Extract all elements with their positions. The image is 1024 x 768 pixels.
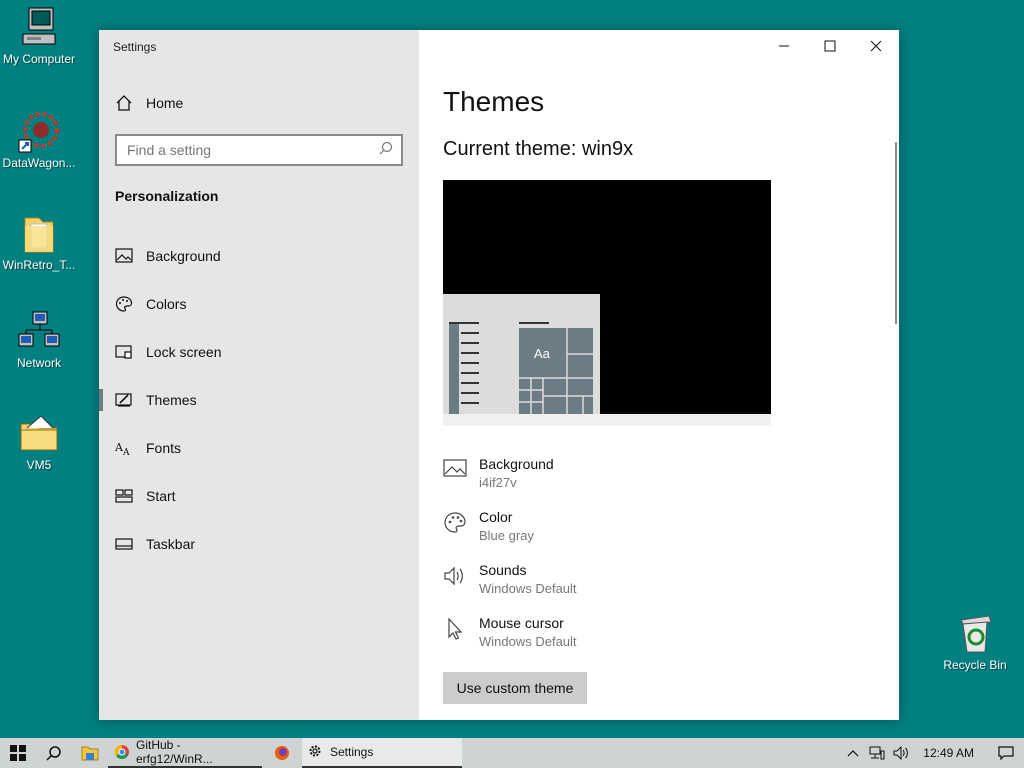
theme-preview: Aa <box>443 180 771 426</box>
themes-icon <box>115 391 133 409</box>
palette-icon <box>443 511 467 535</box>
desktop-icon-my-computer[interactable]: My Computer <box>0 6 78 66</box>
page-title: Themes <box>443 86 545 117</box>
property-name: Mouse cursor <box>479 615 564 631</box>
property-value: i4if27v <box>479 475 517 490</box>
theme-property-mouse-cursor[interactable]: Mouse cursor Windows Default <box>443 615 577 649</box>
property-value: Windows Default <box>479 634 577 649</box>
sidebar-item-background[interactable]: Background <box>99 232 419 280</box>
sidebar-item-themes[interactable]: Themes <box>99 376 419 424</box>
taskbar-task-settings[interactable]: Settings <box>302 738 462 768</box>
property-value: Blue gray <box>479 528 534 543</box>
nav-home[interactable]: Home <box>115 94 183 112</box>
network-tray-icon[interactable] <box>865 746 889 760</box>
theme-property-sounds[interactable]: Sounds Windows Default <box>443 562 577 596</box>
file-explorer-button[interactable] <box>72 738 108 768</box>
property-value: Windows Default <box>479 581 577 596</box>
palette-icon <box>115 295 133 313</box>
chrome-icon <box>114 744 130 760</box>
start-button[interactable] <box>0 738 36 768</box>
search-icon <box>46 746 61 761</box>
settings-content: Themes Current theme: win9x Aa Backgroun… <box>419 30 899 720</box>
start-icon <box>115 487 133 505</box>
search-input[interactable] <box>127 142 379 158</box>
background-icon <box>115 247 133 265</box>
desktop-icon-label: My Computer <box>2 52 76 66</box>
desktop-icon-datawagon[interactable]: DataWagon... <box>0 110 78 170</box>
windows-logo-icon <box>10 745 26 761</box>
theme-property-background[interactable]: Background i4if27v <box>443 456 554 490</box>
desktop-icon-vm5[interactable]: VM5 <box>0 412 78 472</box>
cursor-icon <box>443 617 467 641</box>
preview-start-menu: Aa <box>449 322 593 414</box>
firefox-icon <box>275 746 289 760</box>
desktop-icon-label: Recycle Bin <box>943 658 1007 672</box>
property-name: Background <box>479 456 554 472</box>
sidebar-item-label: Lock screen <box>146 344 222 360</box>
preview-window: Aa <box>443 294 600 414</box>
folder-icon <box>17 412 61 456</box>
picture-icon <box>443 458 467 482</box>
network-icon <box>17 310 61 354</box>
search-icon[interactable] <box>379 141 393 160</box>
system-tray: 12:49 AM <box>841 738 1024 768</box>
use-custom-theme-button[interactable]: Use custom theme <box>443 672 587 704</box>
sidebar-item-taskbar[interactable]: Taskbar <box>99 520 419 568</box>
preview-sample-text: Aa <box>534 346 551 361</box>
computer-icon <box>17 6 61 50</box>
section-title: Personalization <box>115 188 219 204</box>
sidebar-item-label: Fonts <box>146 440 182 456</box>
desktop-icon-network[interactable]: Network <box>0 310 78 370</box>
notification-icon[interactable] <box>988 746 1024 760</box>
file-explorer-icon <box>81 746 99 761</box>
taskbar-icon <box>115 535 133 553</box>
sidebar-item-fonts[interactable]: AA Fonts <box>99 424 419 472</box>
chevron-up-icon[interactable] <box>841 749 865 757</box>
desktop-icon-winretro[interactable]: WinRetro_T... <box>0 212 78 272</box>
datawagon-icon <box>17 110 61 154</box>
firefox-button[interactable] <box>262 738 302 768</box>
fonts-icon: AA <box>115 439 133 457</box>
taskbar-search-button[interactable] <box>36 738 72 768</box>
clock[interactable]: 12:49 AM <box>923 746 974 760</box>
sidebar-item-label: Colors <box>146 296 187 312</box>
sidebar-item-colors[interactable]: Colors <box>99 280 419 328</box>
sidebar-item-start[interactable]: Start <box>99 472 419 520</box>
speaker-icon <box>443 564 467 588</box>
desktop-icon-label: Network <box>16 356 61 370</box>
nav-home-label: Home <box>146 95 184 111</box>
task-label: Settings <box>330 745 374 759</box>
sidebar-item-label: Taskbar <box>146 536 196 552</box>
content-scrollbar[interactable] <box>895 142 897 324</box>
lock-screen-icon <box>115 343 133 361</box>
taskbar: GitHub - erfg12/WinR... Settings 12:49 A… <box>0 738 1024 768</box>
settings-window: Settings Home Personalization Background <box>99 30 899 720</box>
window-title: Settings <box>113 40 157 54</box>
sidebar-item-lock-screen[interactable]: Lock screen <box>99 328 419 376</box>
recycle-bin-icon <box>953 612 997 656</box>
gear-icon <box>308 744 324 760</box>
volume-icon[interactable] <box>889 746 913 760</box>
task-label: GitHub - erfg12/WinR... <box>136 738 213 766</box>
folder-icon <box>17 212 61 256</box>
desktop-icon-recycle-bin[interactable]: Recycle Bin <box>936 612 1014 672</box>
property-name: Color <box>479 509 513 525</box>
sidebar-item-label: Start <box>146 488 176 504</box>
sidebar-item-label: Themes <box>146 392 197 408</box>
theme-property-color[interactable]: Color Blue gray <box>443 509 534 543</box>
desktop-icon-label: WinRetro_T... <box>2 258 76 272</box>
property-name: Sounds <box>479 562 527 578</box>
desktop-icon-label: DataWagon... <box>2 156 76 170</box>
current-theme-heading: Current theme: win9x <box>443 138 634 160</box>
search-box[interactable] <box>115 134 403 166</box>
svg-text:A: A <box>122 448 130 456</box>
sidebar-item-label: Background <box>146 248 221 264</box>
taskbar-task-github[interactable]: GitHub - erfg12/WinR... <box>108 738 262 768</box>
settings-sidebar: Settings Home Personalization Background <box>99 30 419 720</box>
desktop-icon-label: VM5 <box>26 458 52 472</box>
home-icon <box>115 94 133 112</box>
nav-list: Background Colors Lock screen Themes A A… <box>99 232 419 568</box>
